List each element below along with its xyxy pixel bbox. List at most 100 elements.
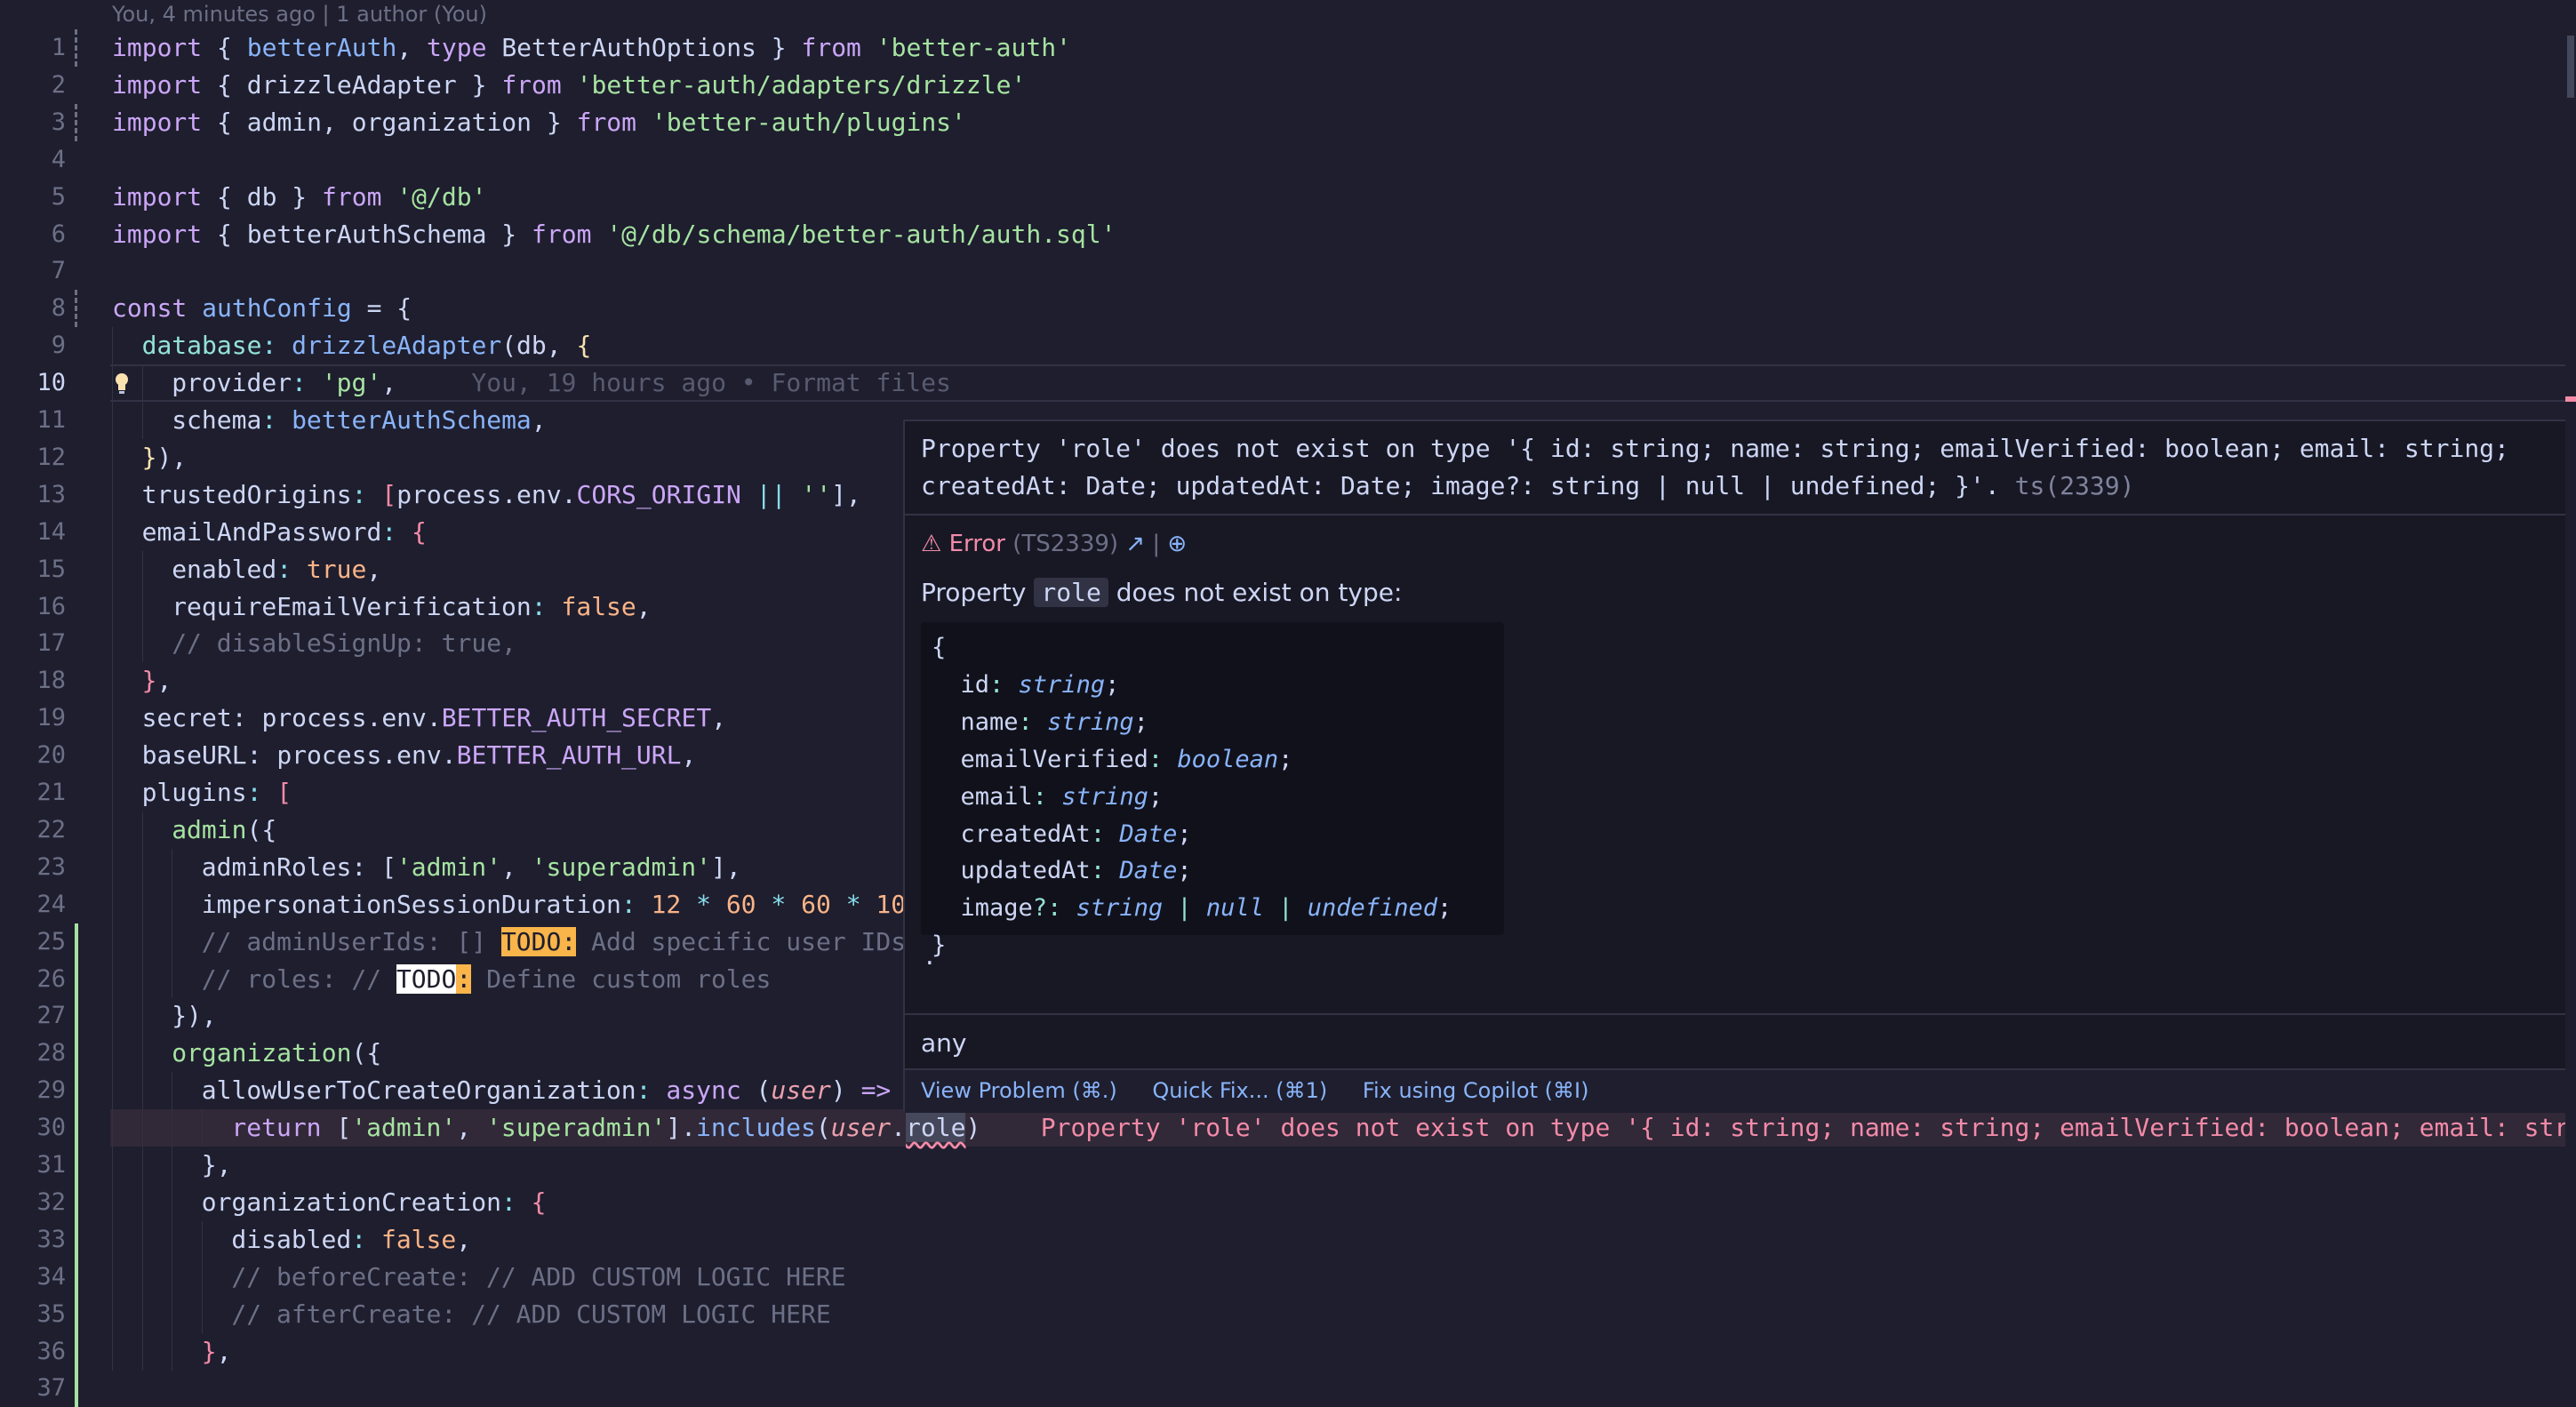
code-text[interactable]: const authConfig = { bbox=[112, 290, 412, 327]
code-text[interactable]: provider: 'pg', You, 19 hours ago • Form… bbox=[172, 364, 951, 402]
code-text[interactable]: }, bbox=[202, 1147, 232, 1184]
code-line[interactable]: 33 disabled: false, bbox=[0, 1220, 2576, 1259]
line-number[interactable]: 30 bbox=[0, 1109, 66, 1147]
code-text[interactable]: impersonationSessionDuration: 12 * 60 * … bbox=[202, 886, 906, 923]
code-line[interactable]: 30 return ['admin', 'superadmin'].include… bbox=[0, 1109, 2576, 1147]
code-text[interactable]: emailAndPassword: { bbox=[142, 514, 427, 551]
line-number[interactable]: 9 bbox=[0, 327, 66, 364]
line-number[interactable]: 17 bbox=[0, 625, 66, 662]
code-text[interactable]: disabled: false, bbox=[231, 1221, 471, 1259]
code-text[interactable]: enabled: true, bbox=[172, 551, 381, 588]
line-number[interactable]: 32 bbox=[0, 1184, 66, 1221]
git-added-marker[interactable] bbox=[75, 960, 78, 998]
code-line[interactable]: 9 database: drizzleAdapter(db, { bbox=[0, 327, 2576, 365]
code-line[interactable]: 4 bbox=[0, 141, 2576, 179]
line-number[interactable]: 25 bbox=[0, 923, 66, 961]
code-text[interactable]: schema: betterAuthSchema, bbox=[172, 402, 546, 439]
code-editor[interactable]: You, 4 minutes ago | 1 author (You) 1 imp… bbox=[0, 0, 2576, 1407]
inline-blame[interactable]: You, 19 hours ago • Format files bbox=[471, 368, 950, 397]
line-number[interactable]: 26 bbox=[0, 961, 66, 998]
code-text[interactable]: return ['admin', 'superadmin'].includes(… bbox=[231, 1109, 2576, 1147]
code-text[interactable]: import { drizzleAdapter } from 'better-a… bbox=[112, 67, 1026, 104]
code-line[interactable]: 32 organizationCreation: { bbox=[0, 1183, 2576, 1221]
git-added-marker[interactable] bbox=[75, 1220, 78, 1259]
inline-error-message[interactable]: Property 'role' does not exist on type '… bbox=[1041, 1113, 2576, 1142]
code-line[interactable]: 35 // afterCreate: // ADD CUSTOM LOGIC HE… bbox=[0, 1295, 2576, 1333]
code-text[interactable]: organization({ bbox=[172, 1035, 381, 1072]
git-modified-marker[interactable] bbox=[75, 103, 77, 141]
code-line[interactable]: 2 import { drizzleAdapter } from 'better-… bbox=[0, 67, 2576, 104]
line-number[interactable]: 31 bbox=[0, 1147, 66, 1184]
code-text[interactable]: // roles: // TODO: Define custom roles bbox=[202, 961, 771, 998]
line-number[interactable]: 36 bbox=[0, 1333, 66, 1371]
line-number[interactable]: 2 bbox=[0, 67, 66, 104]
code-line[interactable]: 1 import { betterAuth, type BetterAuthOpt… bbox=[0, 29, 2576, 67]
quick-fix-link[interactable]: Quick Fix... (⌘1) bbox=[1152, 1078, 1327, 1103]
line-number[interactable]: 34 bbox=[0, 1259, 66, 1296]
code-text[interactable]: baseURL: process.env.BETTER_AUTH_URL, bbox=[142, 737, 697, 774]
code-line[interactable]: 10 provider: 'pg', You, 19 hours ago • Fo… bbox=[0, 364, 2576, 403]
code-text[interactable]: secret: process.env.BETTER_AUTH_SECRET, bbox=[142, 700, 726, 737]
line-number[interactable]: 18 bbox=[0, 662, 66, 700]
fix-using-copilot-link[interactable]: Fix using Copilot (⌘I) bbox=[1363, 1078, 1589, 1103]
code-text[interactable]: import { betterAuth, type BetterAuthOpti… bbox=[112, 29, 1071, 67]
code-text[interactable]: import { admin, organization } from 'bet… bbox=[112, 104, 966, 141]
code-line[interactable]: 36}, bbox=[0, 1332, 2576, 1371]
code-text[interactable]: trustedOrigins: [process.env.CORS_ORIGIN… bbox=[142, 476, 861, 514]
line-number[interactable]: 37 bbox=[0, 1370, 66, 1407]
line-number[interactable]: 15 bbox=[0, 551, 66, 588]
code-text[interactable]: }), bbox=[172, 997, 217, 1035]
code-text[interactable]: plugins: [ bbox=[142, 774, 292, 811]
line-number[interactable]: 20 bbox=[0, 737, 66, 774]
code-text[interactable]: }, bbox=[202, 1333, 232, 1371]
line-number[interactable]: 29 bbox=[0, 1072, 66, 1109]
code-line[interactable]: 31}, bbox=[0, 1147, 2576, 1184]
code-text[interactable]: import { db } from '@/db' bbox=[112, 179, 486, 216]
line-number[interactable]: 22 bbox=[0, 811, 66, 849]
code-text[interactable]: }), bbox=[142, 439, 188, 476]
vertical-scrollbar[interactable] bbox=[2565, 0, 2576, 1395]
lightbulb-icon[interactable] bbox=[114, 372, 130, 395]
code-line[interactable]: 34 // beforeCreate: // ADD CUSTOM LOGIC H… bbox=[0, 1258, 2576, 1296]
git-added-marker[interactable] bbox=[75, 923, 78, 961]
line-number[interactable]: 1 bbox=[0, 29, 66, 67]
scrollbar-thumb[interactable] bbox=[2567, 36, 2574, 98]
line-number[interactable]: 21 bbox=[0, 774, 66, 811]
line-number[interactable]: 12 bbox=[0, 439, 66, 476]
code-text[interactable]: allowUserToCreateOrganization: async (us… bbox=[202, 1072, 891, 1109]
code-text[interactable]: // disableSignUp: true, bbox=[172, 625, 516, 662]
git-added-marker[interactable] bbox=[75, 1147, 78, 1184]
code-text[interactable]: // afterCreate: // ADD CUSTOM LOGIC HERE bbox=[231, 1296, 830, 1333]
line-number[interactable]: 10 bbox=[0, 364, 66, 402]
line-number[interactable]: 13 bbox=[0, 476, 66, 514]
code-text[interactable]: requireEmailVerification: false, bbox=[172, 588, 651, 626]
line-number[interactable]: 6 bbox=[0, 216, 66, 253]
code-line[interactable]: 37 bbox=[0, 1370, 2576, 1407]
git-modified-marker[interactable] bbox=[75, 290, 77, 328]
line-number[interactable]: 5 bbox=[0, 179, 66, 216]
line-number[interactable]: 28 bbox=[0, 1035, 66, 1072]
line-number[interactable]: 11 bbox=[0, 402, 66, 439]
code-text[interactable]: // adminUserIds: [] TODO: Add specific u… bbox=[202, 923, 906, 961]
line-number[interactable]: 3 bbox=[0, 104, 66, 141]
line-number[interactable]: 7 bbox=[0, 252, 66, 290]
code-line[interactable]: 5 import { db } from '@/db' bbox=[0, 179, 2576, 216]
globe-icon[interactable]: ⊕ bbox=[1167, 531, 1187, 557]
line-number[interactable]: 14 bbox=[0, 514, 66, 551]
line-number[interactable]: 33 bbox=[0, 1221, 66, 1259]
code-text[interactable]: admin({ bbox=[172, 811, 276, 849]
git-added-marker[interactable] bbox=[75, 1072, 78, 1110]
code-line[interactable]: 8 const authConfig = { bbox=[0, 290, 2576, 328]
code-text[interactable]: organizationCreation: { bbox=[202, 1184, 547, 1221]
git-added-marker[interactable] bbox=[75, 1035, 78, 1073]
code-text[interactable]: database: drizzleAdapter(db, { bbox=[142, 327, 592, 364]
code-text[interactable]: import { betterAuthSchema } from '@/db/s… bbox=[112, 216, 1116, 253]
git-added-marker[interactable] bbox=[75, 1258, 78, 1296]
git-added-marker[interactable] bbox=[75, 997, 78, 1035]
code-text[interactable]: // beforeCreate: // ADD CUSTOM LOGIC HER… bbox=[231, 1259, 845, 1296]
code-text[interactable]: adminRoles: ['admin', 'superadmin'], bbox=[202, 849, 741, 886]
code-line[interactable]: 7 bbox=[0, 252, 2576, 290]
blame-header[interactable]: You, 4 minutes ago | 1 author (You) bbox=[112, 0, 487, 28]
git-added-marker[interactable] bbox=[75, 1332, 78, 1371]
line-number[interactable]: 24 bbox=[0, 886, 66, 923]
